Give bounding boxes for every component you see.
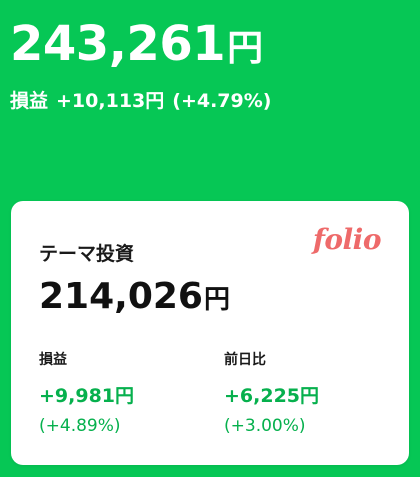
pl-label: 損益: [10, 90, 49, 112]
pl-percent: (+4.79%): [172, 90, 272, 112]
theme-investment-card[interactable]: テーマ投資 folio 214,026 円 損益 +9,981円 (+4.89%…: [11, 201, 409, 465]
card-pl-label: 損益: [39, 352, 67, 368]
card-total-value-row: 214,026 円: [39, 279, 230, 315]
daily-change-label: 前日比: [224, 352, 266, 368]
total-profit-loss: 損益 +10,113円 (+4.79%): [10, 86, 271, 113]
total-value-row: 243,261 円: [10, 20, 271, 68]
pl-value: +10,113円: [56, 90, 165, 112]
card-pl-percent: (+4.89%): [39, 416, 121, 436]
portfolio-summary: 243,261 円 損益 +10,113円 (+4.79%): [10, 20, 271, 113]
daily-change-value: +6,225円: [224, 385, 320, 407]
card-daily-change: 前日比 +6,225円 (+3.00%): [224, 349, 319, 436]
total-currency-unit: 円: [227, 28, 264, 69]
folio-logo: folio: [312, 223, 382, 256]
total-value: 243,261: [10, 16, 226, 72]
card-pl-value: +9,981円: [39, 385, 135, 407]
card-total-value: 214,026: [39, 276, 203, 317]
card-title: テーマ投資: [39, 243, 135, 265]
card-currency-unit: 円: [203, 285, 230, 315]
daily-change-percent: (+3.00%): [224, 416, 306, 436]
card-profit-loss: 損益 +9,981円 (+4.89%): [39, 349, 134, 436]
